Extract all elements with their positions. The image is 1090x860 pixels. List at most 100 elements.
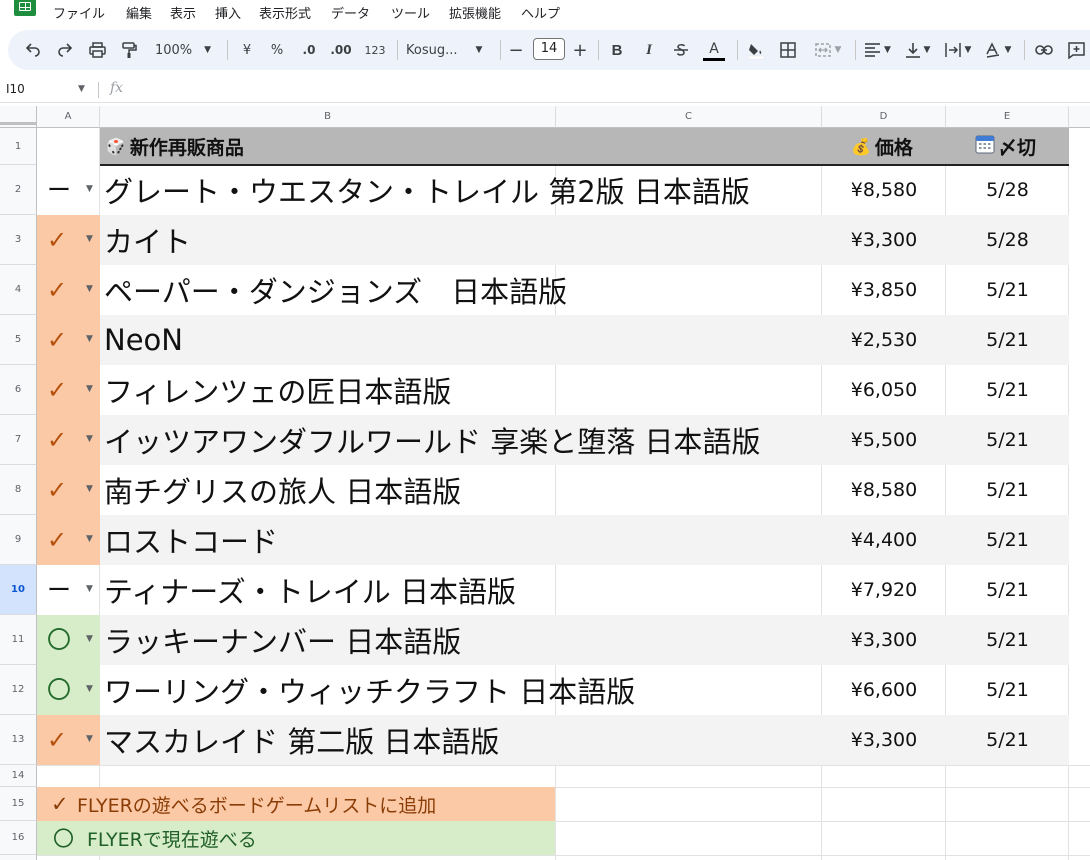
deadline-cell[interactable]: 5/21 <box>946 565 1069 615</box>
column-header-f[interactable] <box>1069 106 1090 128</box>
header-price-cell[interactable]: 💰 価格 <box>851 128 913 164</box>
row-header[interactable]: 1 <box>0 128 37 165</box>
row-header[interactable]: 6 <box>0 365 37 415</box>
font-select[interactable]: Kosug... ▼ <box>406 30 492 70</box>
text-wrapping-icon[interactable]: ▼ <box>940 30 976 70</box>
chevron-down-icon[interactable]: ▼ <box>78 84 85 94</box>
price-cell[interactable]: ¥3,300 <box>822 215 946 265</box>
legend-playable[interactable]: 〇 FLYERで現在遊べる <box>37 821 555 855</box>
increase-font-size-button[interactable]: + <box>570 30 590 70</box>
vertical-align-icon[interactable]: ▼ <box>900 30 936 70</box>
column-header-b[interactable]: B <box>100 106 556 128</box>
menu-help[interactable]: ヘルプ <box>521 3 560 22</box>
price-cell[interactable]: ¥6,600 <box>822 665 946 715</box>
deadline-cell[interactable]: 5/21 <box>946 465 1069 515</box>
product-name-cell[interactable]: フィレンツェの匠日本語版 <box>104 365 451 415</box>
status-dropdown-cell[interactable]: ✓ ▼ <box>37 465 100 515</box>
borders-icon[interactable] <box>776 30 800 70</box>
price-cell[interactable]: ¥7,920 <box>822 565 946 615</box>
header-deadline-cell[interactable]: 〆切 <box>975 128 1036 164</box>
chevron-down-icon[interactable]: ▼ <box>86 684 93 694</box>
menu-tools[interactable]: ツール <box>391 3 430 22</box>
chevron-down-icon[interactable]: ▼ <box>86 484 93 494</box>
menu-extensions[interactable]: 拡張機能 <box>449 3 501 22</box>
menu-view[interactable]: 表示 <box>170 3 196 22</box>
horizontal-align-icon[interactable]: ▼ <box>860 30 896 70</box>
deadline-cell[interactable]: 5/21 <box>946 315 1069 365</box>
text-color-button[interactable]: A <box>702 30 726 70</box>
column-header-d[interactable]: D <box>822 106 946 128</box>
strikethrough-button[interactable] <box>670 30 692 70</box>
deadline-cell[interactable]: 5/21 <box>946 715 1069 765</box>
menu-data[interactable]: データ <box>331 3 370 22</box>
insert-comment-icon[interactable] <box>1064 30 1088 70</box>
row-header[interactable]: 9 <box>0 515 37 565</box>
product-name-cell[interactable]: マスカレイド 第二版 日本語版 <box>104 715 499 765</box>
deadline-cell[interactable]: 5/28 <box>946 215 1069 265</box>
decrease-font-size-button[interactable]: − <box>506 30 526 70</box>
product-name-cell[interactable]: ロストコード <box>104 515 278 565</box>
price-cell[interactable]: ¥3,300 <box>822 615 946 665</box>
product-name-cell[interactable]: ティナーズ・トレイル 日本語版 <box>104 565 516 615</box>
price-cell[interactable]: ¥2,530 <box>822 315 946 365</box>
status-dropdown-cell[interactable]: ✓ ▼ <box>37 365 100 415</box>
row-header[interactable]: 12 <box>0 665 37 715</box>
select-all-corner[interactable] <box>0 106 37 128</box>
text-rotation-icon[interactable]: ▼ <box>980 30 1016 70</box>
row-header[interactable]: 13 <box>0 715 37 765</box>
chevron-down-icon[interactable]: ▼ <box>86 634 93 644</box>
deadline-cell[interactable]: 5/28 <box>946 165 1069 215</box>
row-header[interactable]: 7 <box>0 415 37 465</box>
chevron-down-icon[interactable]: ▼ <box>86 284 93 294</box>
deadline-cell[interactable]: 5/21 <box>946 615 1069 665</box>
price-cell[interactable]: ¥8,580 <box>822 165 946 215</box>
status-dropdown-cell[interactable]: ✓ ▼ <box>37 215 100 265</box>
status-dropdown-cell[interactable]: 〇 ▼ <box>37 615 100 665</box>
deadline-cell[interactable]: 5/21 <box>946 365 1069 415</box>
column-header-c[interactable]: C <box>556 106 822 128</box>
menu-format[interactable]: 表示形式 <box>259 3 311 22</box>
menu-file[interactable]: ファイル <box>53 3 105 22</box>
paint-format-icon[interactable] <box>118 30 140 70</box>
status-dropdown-cell[interactable]: ✓ ▼ <box>37 315 100 365</box>
percent-format-button[interactable]: % <box>266 30 288 70</box>
deadline-cell[interactable]: 5/21 <box>946 265 1069 315</box>
deadline-cell[interactable]: 5/21 <box>946 665 1069 715</box>
product-name-cell[interactable]: NeoN <box>104 315 183 365</box>
chevron-down-icon[interactable]: ▼ <box>86 584 93 594</box>
header-product-cell[interactable]: 🎲 新作再販商品 <box>106 128 244 164</box>
price-cell[interactable]: ¥3,300 <box>822 715 946 765</box>
legend-added[interactable]: ✓ FLYERの遊べるボードゲームリストに追加 <box>37 787 555 821</box>
product-name-cell[interactable]: イッツアワンダフルワールド 享楽と堕落 日本語版 <box>104 415 760 465</box>
column-header-a[interactable]: A <box>37 106 100 128</box>
chevron-down-icon[interactable]: ▼ <box>86 534 93 544</box>
chevron-down-icon[interactable]: ▼ <box>86 334 93 344</box>
row-header[interactable]: 16 <box>0 821 37 855</box>
row-header[interactable]: 5 <box>0 315 37 365</box>
product-name-cell[interactable]: ワーリング・ウィッチクラフト 日本語版 <box>104 665 635 715</box>
print-icon[interactable] <box>86 30 108 70</box>
chevron-down-icon[interactable]: ▼ <box>86 184 93 194</box>
menu-edit[interactable]: 編集 <box>126 3 152 22</box>
status-dropdown-cell[interactable]: ✓ ▼ <box>37 515 100 565</box>
increase-decimal-button[interactable]: .00 <box>328 30 354 70</box>
row-header[interactable] <box>0 855 37 860</box>
row-header[interactable]: 3 <box>0 215 37 265</box>
price-cell[interactable]: ¥6,050 <box>822 365 946 415</box>
bold-button[interactable]: B <box>606 30 628 70</box>
chevron-down-icon[interactable]: ▼ <box>86 234 93 244</box>
row-header[interactable]: 8 <box>0 465 37 515</box>
product-name-cell[interactable]: グレート・ウエスタン・トレイル 第2版 日本語版 <box>104 165 750 215</box>
price-cell[interactable]: ¥4,400 <box>822 515 946 565</box>
deadline-cell[interactable]: 5/21 <box>946 515 1069 565</box>
redo-icon[interactable] <box>54 30 76 70</box>
number-format-button[interactable]: 123 <box>362 30 388 70</box>
fill-color-icon[interactable] <box>744 30 768 70</box>
price-cell[interactable]: ¥8,580 <box>822 465 946 515</box>
decrease-decimal-button[interactable]: .0 <box>296 30 322 70</box>
row-header[interactable]: 11 <box>0 615 37 665</box>
row-header-selected[interactable]: 10 <box>0 565 37 615</box>
insert-link-icon[interactable] <box>1032 30 1056 70</box>
row-header[interactable]: 4 <box>0 265 37 315</box>
column-header-e[interactable]: E <box>946 106 1069 128</box>
